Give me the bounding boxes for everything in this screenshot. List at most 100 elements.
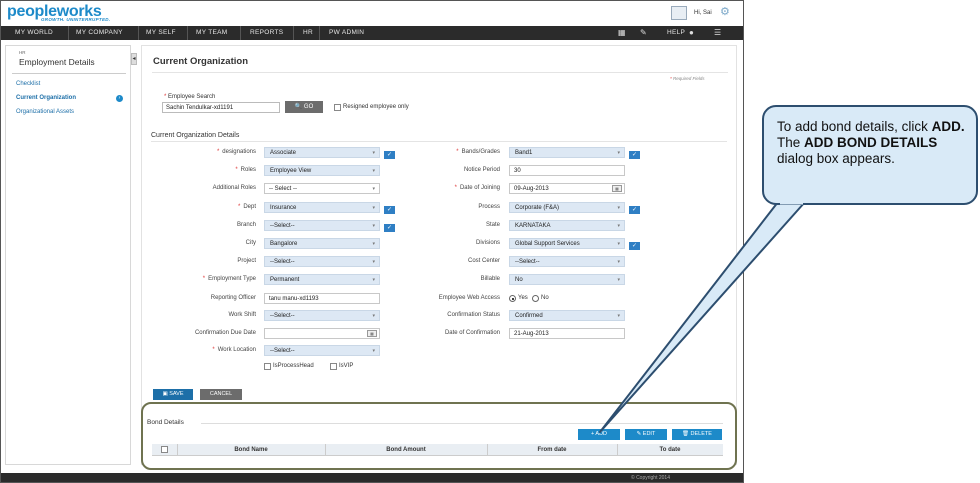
cancel-button[interactable]: CANCEL: [200, 389, 242, 400]
billable-select[interactable]: No ▾: [509, 274, 625, 285]
save-button[interactable]: ▣ SAVE: [153, 389, 193, 400]
edit-bond-button[interactable]: ✎ EDIT: [625, 429, 667, 440]
resigned-only-label: Resigned employee only: [343, 104, 409, 110]
process-select[interactable]: Corporate (F&A) ▾: [509, 202, 625, 213]
state-label: State: [485, 222, 500, 228]
column-to-date[interactable]: To date: [617, 447, 723, 453]
main-nav: MY WORLD MY COMPANY MY SELF MY TEAM REPO…: [1, 26, 743, 40]
process-label: Process: [478, 204, 500, 210]
employee-web-access-label: Employee Web Access: [438, 295, 500, 301]
bond-details-panel: Bond Details + ADD ✎ EDIT 🗑 DELETE Bond …: [141, 402, 737, 470]
required-star-icon: *: [670, 76, 672, 81]
work-shift-select[interactable]: --Select-- ▾: [264, 310, 380, 321]
cost-center-select[interactable]: --Select-- ▾: [509, 256, 625, 267]
bands-grades-select[interactable]: Band1 ▾: [509, 147, 625, 158]
chevron-down-icon: ▾: [617, 277, 620, 283]
section-divider: [151, 141, 727, 142]
nav-my-world[interactable]: MY WORLD: [15, 29, 53, 36]
column-bond-amount[interactable]: Bond Amount: [325, 447, 487, 453]
calendar-icon[interactable]: ▦: [367, 330, 377, 337]
reporting-officer-input[interactable]: tanu manu-xd1193: [264, 293, 380, 304]
nav-divider: [293, 26, 294, 40]
divisions-edit-icon[interactable]: ✓: [629, 242, 640, 250]
bond-details-title: Bond Details: [147, 419, 184, 426]
chevron-down-icon: ▾: [617, 313, 620, 319]
date-of-joining-input[interactable]: 09-Aug-2013 ▦: [509, 183, 625, 194]
menu-icon[interactable]: ☰: [714, 28, 721, 37]
title-divider: [152, 72, 728, 73]
chevron-down-icon: ▾: [372, 259, 375, 265]
grid-icon[interactable]: ▦: [618, 28, 626, 37]
settings-gear-icon[interactable]: ⚙: [720, 5, 730, 18]
resigned-only-checkbox[interactable]: [334, 104, 341, 111]
column-bond-name[interactable]: Bond Name: [177, 447, 325, 453]
calendar-icon[interactable]: ▦: [612, 185, 622, 192]
sidebar-divider: [12, 73, 126, 74]
work-location-select[interactable]: --Select-- ▾: [264, 345, 380, 356]
confirmation-status-label: Confirmation Status: [447, 312, 500, 318]
chevron-down-icon: ▾: [372, 150, 375, 156]
user-greeting: Hi, Sai: [694, 10, 712, 16]
branch-edit-icon[interactable]: ✓: [384, 224, 395, 232]
sidebar-collapse-toggle[interactable]: ◂: [131, 53, 137, 65]
user-avatar[interactable]: [671, 6, 687, 20]
state-select[interactable]: KARNATAKA ▾: [509, 220, 625, 231]
employee-search-label: * Employee Search: [164, 94, 216, 100]
web-access-no-radio[interactable]: [532, 295, 539, 302]
help-link[interactable]: HELP: [667, 29, 685, 36]
notice-period-input[interactable]: 30: [509, 165, 625, 176]
confirmation-status-select[interactable]: Confirmed ▾: [509, 310, 625, 321]
help-icon[interactable]: ●: [689, 28, 694, 37]
chevron-down-icon: ▾: [372, 313, 375, 319]
sidebar-item-current-organization[interactable]: Current Organization: [16, 95, 76, 101]
nav-my-team[interactable]: MY TEAM: [196, 29, 227, 36]
dept-label: * Dept: [237, 204, 256, 210]
sidebar-item-checklist[interactable]: Checklist: [16, 81, 40, 87]
additional-roles-select[interactable]: -- Select -- ▾: [264, 183, 380, 194]
date-of-confirmation-input[interactable]: 21-Aug-2013: [509, 328, 625, 339]
designations-edit-icon[interactable]: ✓: [384, 151, 395, 159]
is-vip-checkbox[interactable]: [330, 363, 337, 370]
sidebar-item-organizational-assets[interactable]: Organizational Assets: [16, 109, 74, 115]
nav-my-company[interactable]: MY COMPANY: [76, 29, 123, 36]
city-select[interactable]: Bangalore ▾: [264, 238, 380, 249]
nav-my-self[interactable]: MY SELF: [146, 29, 176, 36]
required-fields-note: * Required Fields: [670, 76, 705, 81]
employee-search-input[interactable]: Sachin Tendulkar-xd1191: [162, 102, 280, 113]
chevron-down-icon: ▾: [372, 168, 375, 174]
divisions-select[interactable]: Global Support Services ▾: [509, 238, 625, 249]
process-edit-icon[interactable]: ✓: [629, 206, 640, 214]
pencil-icon: ✎: [636, 431, 642, 437]
nav-pw-admin[interactable]: PW ADMIN: [329, 29, 364, 36]
confirmation-due-date-input[interactable]: ▦: [264, 328, 380, 339]
go-button[interactable]: 🔍 GO: [285, 101, 323, 113]
cost-center-label: Cost Center: [467, 258, 500, 264]
logo-tagline: GROWTH. UNINTERRUPTED.: [41, 17, 111, 22]
required-star-icon: *: [212, 347, 215, 353]
add-bond-button[interactable]: + ADD: [578, 429, 620, 440]
required-star-icon: *: [235, 167, 238, 173]
branch-select[interactable]: --Select-- ▾: [264, 220, 380, 231]
employment-type-select[interactable]: Permanent ▾: [264, 274, 380, 285]
chevron-down-icon: ▾: [372, 348, 375, 354]
bands-grades-edit-icon[interactable]: ✓: [629, 151, 640, 159]
dept-edit-icon[interactable]: ✓: [384, 206, 395, 214]
nav-divider: [240, 26, 241, 40]
copyright-text: © Copyright 2014: [631, 475, 670, 481]
dept-select[interactable]: Insurance ▾: [264, 202, 380, 213]
nav-hr[interactable]: HR: [303, 29, 313, 36]
is-vip-label: IsVIP: [339, 363, 354, 369]
chevron-down-icon: ▾: [372, 277, 375, 283]
designations-select[interactable]: Associate ▾: [264, 147, 380, 158]
project-select[interactable]: --Select-- ▾: [264, 256, 380, 267]
web-access-yes-radio[interactable]: [509, 295, 516, 302]
pin-icon[interactable]: ✎: [640, 28, 647, 37]
delete-bond-button[interactable]: 🗑 DELETE: [672, 429, 722, 440]
column-from-date[interactable]: From date: [487, 447, 617, 453]
roles-select[interactable]: Employee View ▾: [264, 165, 380, 176]
is-process-head-checkbox[interactable]: [264, 363, 271, 370]
chevron-down-icon: ▾: [372, 241, 375, 247]
select-all-checkbox[interactable]: [161, 446, 168, 453]
nav-divider: [68, 26, 69, 40]
nav-reports[interactable]: REPORTS: [250, 29, 283, 36]
